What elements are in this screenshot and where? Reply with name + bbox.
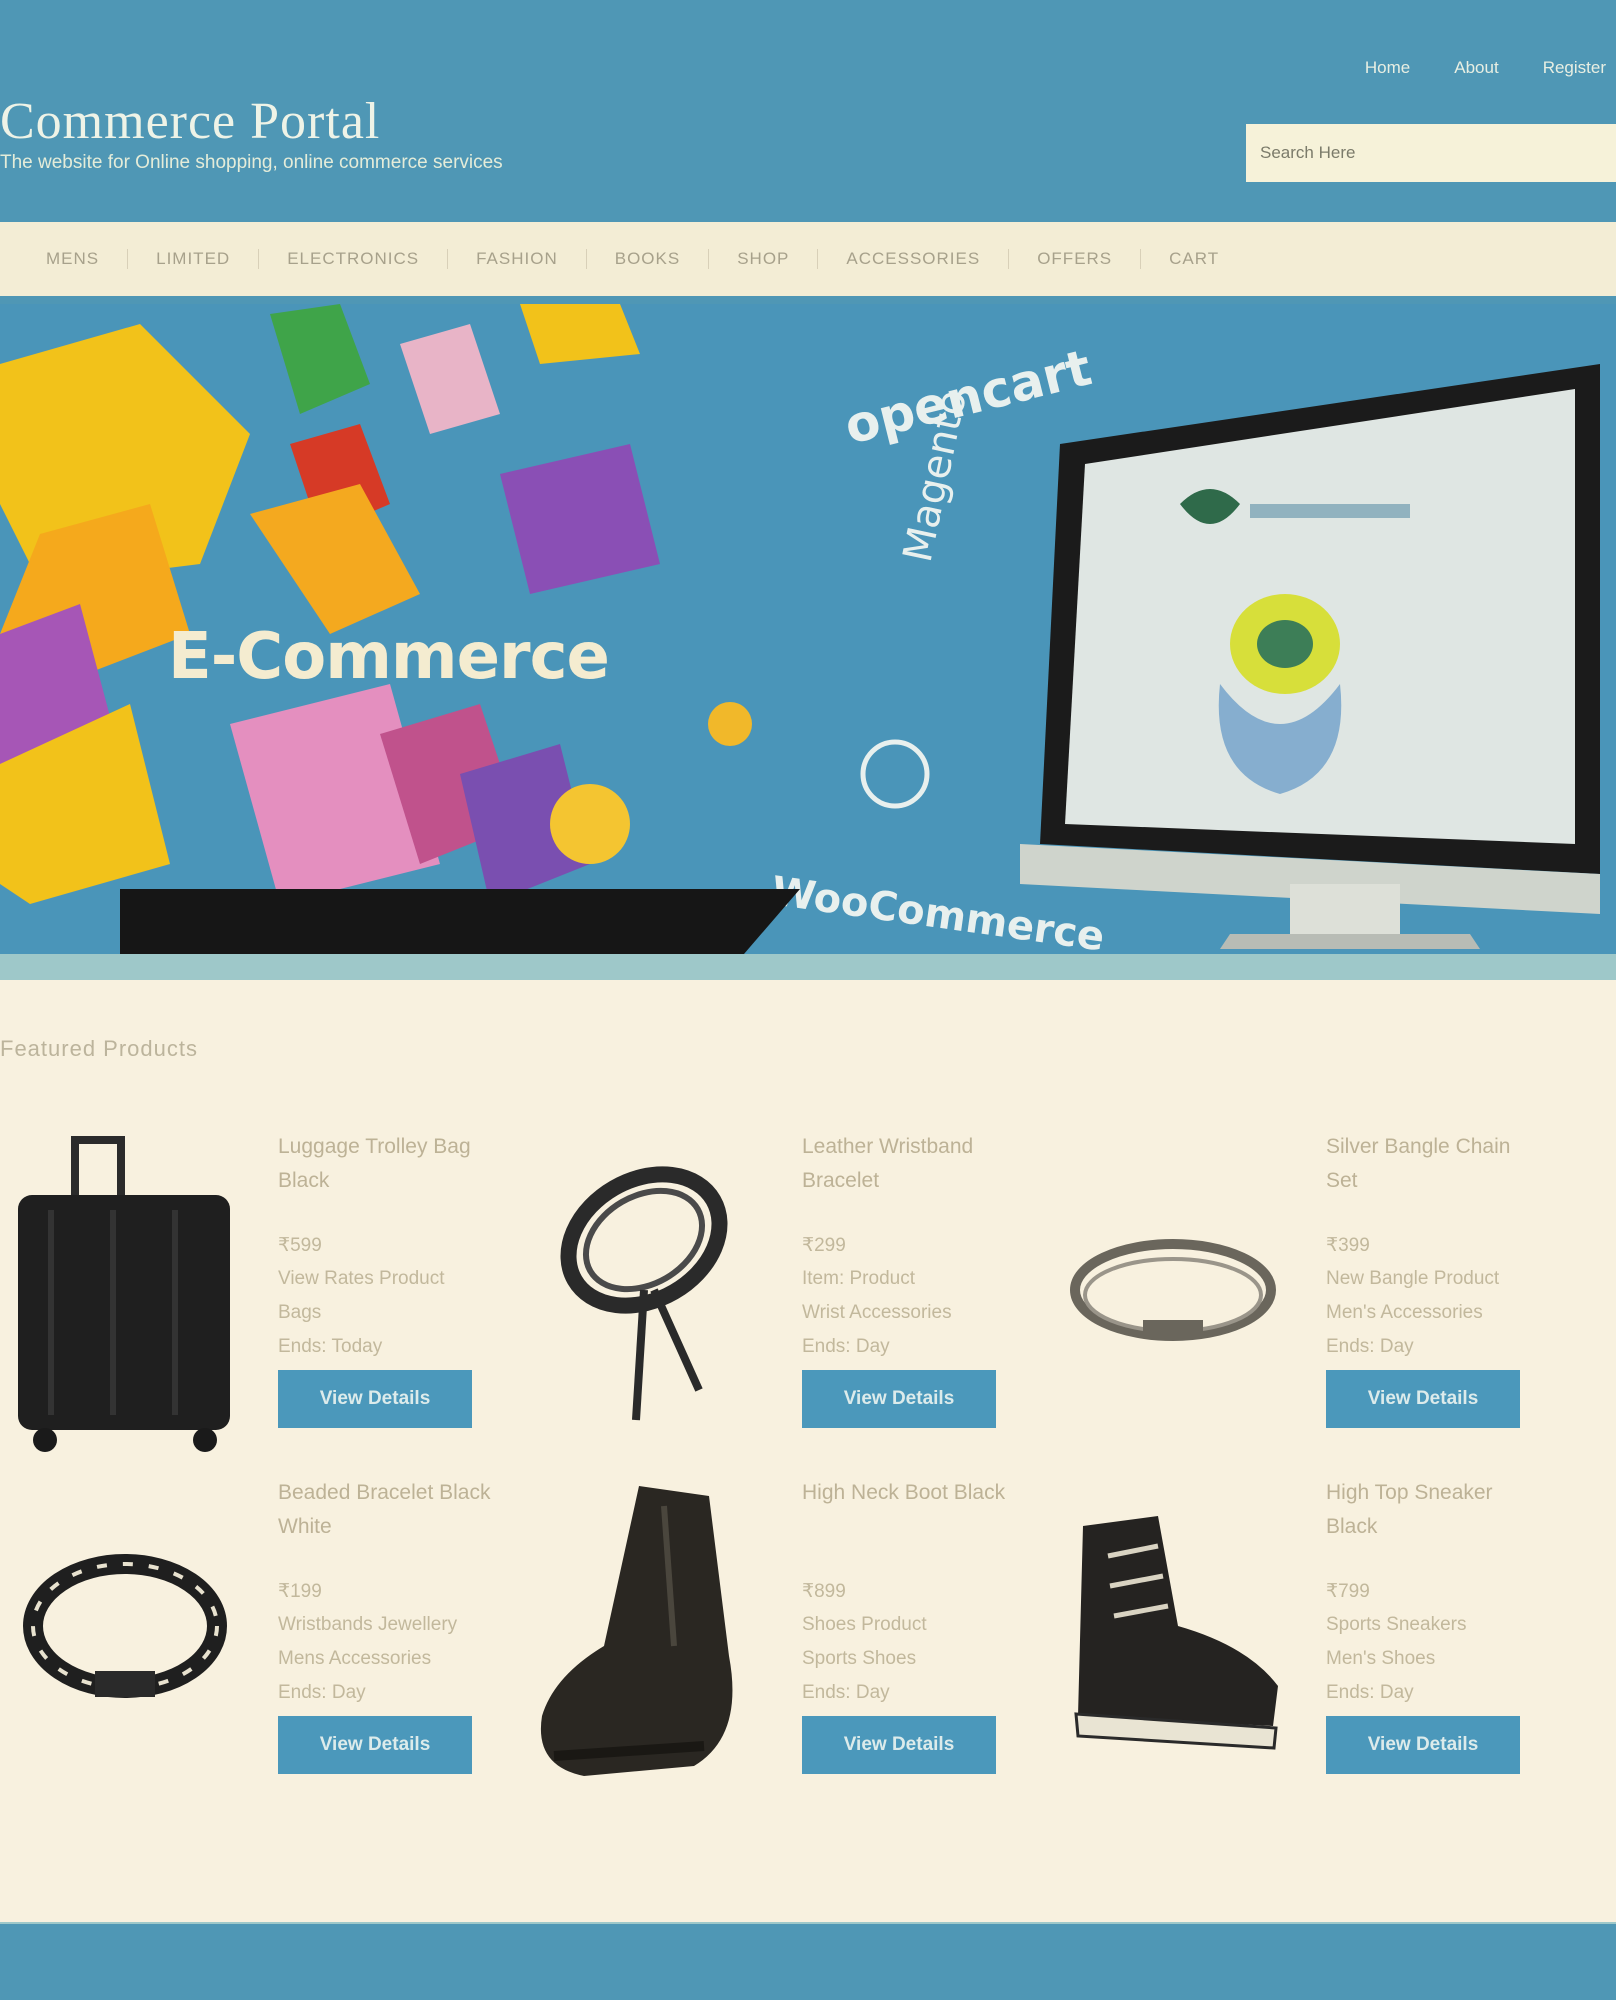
beaded-bracelet-icon[interactable] xyxy=(0,1476,250,1816)
bangle-icon[interactable] xyxy=(1048,1130,1298,1470)
sneaker-icon[interactable] xyxy=(1048,1476,1298,1816)
product-name[interactable]: Silver Bangle Chain Set xyxy=(1326,1130,1546,1198)
product-price: ₹899 xyxy=(802,1581,846,1602)
product-name[interactable]: Leather Wristband Bracelet xyxy=(802,1130,1022,1198)
product-name[interactable]: High Top Sneaker Black xyxy=(1326,1476,1546,1544)
site-header: Commerce Portal The website for Online s… xyxy=(0,0,1616,216)
nav-item-electronics[interactable]: ELECTRONICS xyxy=(259,249,449,269)
nav-item-fashion[interactable]: FASHION xyxy=(448,249,587,269)
product-category: Mens Accessories xyxy=(278,1648,432,1669)
nav-item-accessories[interactable]: ACCESSORIES xyxy=(818,249,1010,269)
product-card: Luggage Trolley Bag Black ₹599 View Rate… xyxy=(0,1130,500,1470)
product-category: Wrist Accessories xyxy=(802,1302,952,1323)
top-link-about[interactable]: About xyxy=(1454,58,1498,78)
product-ends: Ends: Day xyxy=(278,1682,366,1703)
leather-bracelet-icon[interactable] xyxy=(524,1130,774,1470)
nav-item-cart[interactable]: CART xyxy=(1141,249,1247,269)
footer xyxy=(0,1924,1616,2000)
product-price: ₹799 xyxy=(1326,1581,1370,1602)
banner-divider xyxy=(0,954,1616,980)
product-line: Sports Sneakers xyxy=(1326,1614,1467,1635)
top-links: Home About Register xyxy=(1365,58,1606,78)
view-details-button[interactable]: View Details xyxy=(278,1370,472,1428)
product-line: Wristbands Jewellery xyxy=(278,1614,458,1635)
product-ends: Ends: Day xyxy=(802,1336,890,1357)
product-category: Men's Shoes xyxy=(1326,1648,1436,1669)
top-link-register[interactable]: Register xyxy=(1543,58,1606,78)
nav-item-offers[interactable]: OFFERS xyxy=(1009,249,1142,269)
product-ends: Ends: Day xyxy=(802,1682,890,1703)
nav-item-shop[interactable]: SHOP xyxy=(709,249,819,269)
product-category: Sports Shoes xyxy=(802,1648,917,1669)
view-details-button[interactable]: View Details xyxy=(278,1716,472,1774)
nav-item-books[interactable]: BOOKS xyxy=(587,249,710,269)
luggage-icon[interactable] xyxy=(0,1130,250,1470)
main-nav: MENS LIMITED ELECTRONICS FASHION BOOKS S… xyxy=(0,222,1616,296)
view-details-button[interactable]: View Details xyxy=(802,1716,996,1774)
site-title[interactable]: Commerce Portal xyxy=(0,92,380,151)
nav-item-mens[interactable]: MENS xyxy=(18,249,129,269)
product-card: High Top Sneaker Black ₹799 Sports Sneak… xyxy=(1048,1476,1548,1816)
product-line: Item: Product xyxy=(802,1268,915,1289)
product-price: ₹599 xyxy=(278,1235,322,1256)
view-details-button[interactable]: View Details xyxy=(1326,1370,1520,1428)
banner-label-background xyxy=(120,889,800,954)
product-price: ₹299 xyxy=(802,1235,846,1256)
product-price: ₹399 xyxy=(1326,1235,1370,1256)
nav-item-limited[interactable]: LIMITED xyxy=(128,249,260,269)
top-link-home[interactable]: Home xyxy=(1365,58,1410,78)
product-line: New Bangle Product xyxy=(1326,1268,1500,1289)
product-ends: Ends: Day xyxy=(1326,1336,1414,1357)
product-name[interactable]: Beaded Bracelet Black White xyxy=(278,1476,498,1544)
product-line: Shoes Product xyxy=(802,1614,927,1635)
site-tagline: The website for Online shopping, online … xyxy=(0,152,503,173)
product-name[interactable]: High Neck Boot Black xyxy=(802,1476,1022,1510)
product-category: Men's Accessories xyxy=(1326,1302,1483,1323)
product-category: Bags xyxy=(278,1302,322,1323)
product-ends: Ends: Today xyxy=(278,1336,383,1357)
view-details-button[interactable]: View Details xyxy=(1326,1716,1520,1774)
section-title: Featured Products xyxy=(0,1036,198,1061)
product-name[interactable]: Luggage Trolley Bag Black xyxy=(278,1130,498,1198)
product-card: Silver Bangle Chain Set ₹399 New Bangle … xyxy=(1048,1130,1548,1470)
view-details-button[interactable]: View Details xyxy=(802,1370,996,1428)
product-ends: Ends: Day xyxy=(1326,1682,1414,1703)
boot-icon[interactable] xyxy=(524,1476,774,1816)
product-line: View Rates Product xyxy=(278,1268,445,1289)
search-input[interactable] xyxy=(1246,124,1616,182)
product-card: Leather Wristband Bracelet ₹299 Item: Pr… xyxy=(524,1130,1024,1470)
product-card: Beaded Bracelet Black White ₹199 Wristba… xyxy=(0,1476,500,1816)
product-price: ₹199 xyxy=(278,1581,322,1602)
product-card: High Neck Boot Black ₹899 Shoes Product … xyxy=(524,1476,1024,1816)
banner-heading: E-Commerce xyxy=(168,620,610,694)
